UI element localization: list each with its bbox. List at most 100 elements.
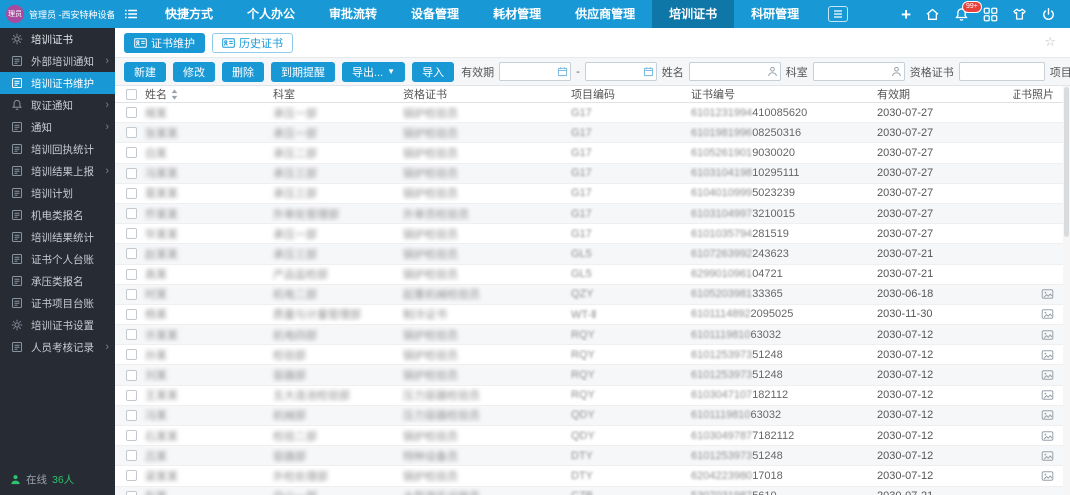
row-checkbox[interactable] <box>125 430 137 442</box>
nav-item-5[interactable]: 耗材管理 <box>476 0 558 28</box>
certificate-photo-icon[interactable] <box>1041 430 1054 442</box>
table-row[interactable]: 乔某某 外审处管理部 外审员检验员 G17 6103104997 3210015 2030-… <box>115 203 1070 225</box>
row-checkbox[interactable] <box>125 389 137 401</box>
sidebar-item[interactable]: 证书项目台账 <box>0 292 115 314</box>
sidebar-item[interactable]: 培训回执统计 <box>0 138 115 160</box>
table-row[interactable]: 赵某某 承压三部 锅炉检验员 GL5 6107263992 243623 2030-07-2… <box>115 244 1070 265</box>
sidebar-item[interactable]: 承压类报名 <box>0 270 115 292</box>
nav-item-3[interactable]: 审批流转 <box>312 0 394 28</box>
toolbar-button-4[interactable]: 到期提醒 <box>271 61 335 82</box>
nav-item-4[interactable]: 设备管理 <box>394 0 476 28</box>
sidebar-item[interactable]: 通知 › <box>0 116 115 138</box>
row-checkbox[interactable] <box>125 268 137 280</box>
row-checkbox[interactable] <box>125 167 137 179</box>
scrollbar-thumb[interactable] <box>1064 87 1069 237</box>
table-row[interactable]: 梁某某 外检处理部 锅炉检验员 DTY 6204223980 17018 2030-07-1… <box>115 466 1070 487</box>
select-all-checkbox[interactable] <box>125 88 137 100</box>
sidebar-item[interactable]: 培训证书维护 <box>0 72 115 94</box>
sidebar-item[interactable]: 人员考核记录 › <box>0 336 115 358</box>
certificate-photo-icon[interactable] <box>1041 409 1054 421</box>
nav-item-7[interactable]: 培训证书 <box>652 0 735 28</box>
table-row[interactable]: 吕某 容器部 特种设备员 DTY 6101253973 51248 2030-07-12 <box>115 446 1070 467</box>
add-icon[interactable]: + <box>901 6 911 23</box>
row-checkbox[interactable] <box>125 248 137 260</box>
row-checkbox[interactable] <box>125 329 137 341</box>
nav-item-6[interactable]: 供应商管理 <box>558 0 652 28</box>
validity-end-input[interactable] <box>584 62 657 81</box>
table-row[interactable]: 张某某 承压一部 锅炉检验员 G17 6101981996 08250316 2030-07… <box>115 123 1070 144</box>
sidebar-item[interactable]: 培训计划 <box>0 182 115 204</box>
row-checkbox[interactable] <box>125 450 137 462</box>
dept-input[interactable] <box>812 62 905 81</box>
header-name[interactable]: 姓名 <box>141 86 269 102</box>
notifications-bell-icon[interactable]: 99+ <box>954 0 982 22</box>
row-checkbox[interactable] <box>125 288 137 300</box>
nav-item-8[interactable]: 科研管理 <box>734 0 816 28</box>
sidebar-item[interactable]: 培训证书 <box>0 28 115 50</box>
sidebar-item[interactable]: 取证通知 › <box>0 94 115 116</box>
apps-grid-icon[interactable] <box>983 7 998 22</box>
sidebar-item[interactable]: 证书个人台账 <box>0 248 115 270</box>
nav-item-1[interactable]: 快捷方式 <box>148 0 230 28</box>
sidebar-item[interactable]: 机电类报名 <box>0 204 115 226</box>
toolbar-button-5[interactable]: 导出... ▼ <box>342 61 406 82</box>
tab-1[interactable]: 证书维护 <box>124 32 205 53</box>
row-checkbox[interactable] <box>125 147 137 159</box>
sidebar-item[interactable]: 培训结果上报 › <box>0 160 115 182</box>
sidebar-item[interactable]: 培训证书设置 <box>0 314 115 336</box>
row-checkbox[interactable] <box>125 107 137 119</box>
user-block[interactable]: 理员 管理员 -西安特种设备检... <box>0 5 120 23</box>
toolbar-button-2[interactable]: 修改 <box>173 61 215 82</box>
table-row[interactable]: 许某某 机电四部 锅炉检验员 RQY 6101119810 63032 2030-07-12 <box>115 325 1070 346</box>
table-row[interactable]: 时某 机电二部 起重机械检验员 QZY 6105203981 33365 2030-06-1… <box>115 284 1070 305</box>
sidebar-item[interactable]: 外部培训通知 › <box>0 50 115 72</box>
table-row[interactable]: 高某 产品监检部 锅炉检验员 GL5 6299010961 04721 2030-07-21 <box>115 264 1070 285</box>
table-row[interactable]: 彭某白山一部大型游乐设施员CZB530703198756102030-07-21 <box>115 486 1070 495</box>
qualification-input[interactable] <box>958 62 1045 81</box>
row-checkbox[interactable] <box>125 228 137 240</box>
certificate-photo-icon[interactable] <box>1041 308 1054 320</box>
row-checkbox[interactable] <box>125 349 137 361</box>
power-logout-icon[interactable] <box>1041 7 1056 22</box>
toolbar-button-1[interactable]: 新建 <box>124 61 166 82</box>
row-checkbox[interactable] <box>125 127 137 139</box>
toolbar-button-6[interactable]: 导入 <box>412 61 455 82</box>
header-project-code[interactable]: 项目编码 <box>567 86 687 102</box>
header-validity[interactable]: 有效期 <box>873 86 1013 102</box>
menu-burger-icon[interactable] <box>124 7 138 21</box>
theme-shirt-icon[interactable] <box>1012 7 1027 22</box>
header-qualification[interactable]: 资格证书 <box>399 86 567 102</box>
nav-more-icon[interactable] <box>828 6 849 22</box>
nav-item-2[interactable]: 个人办公 <box>230 0 312 28</box>
toolbar-button-3[interactable]: 删除 <box>222 61 264 82</box>
table-row[interactable]: 冯某某 承压三部 锅炉检验员 G17 6103104198 10295111 2030-07… <box>115 163 1070 184</box>
certificate-photo-icon[interactable] <box>1041 470 1054 482</box>
table-row[interactable]: 缑某 承压一部 锅炉检验员 G17 6101231994 410085620 2030-07… <box>115 103 1070 124</box>
table-row[interactable]: 孙某 检验部 锅炉检验员 RQY 6101253973 51248 2030-07-12 <box>115 345 1070 366</box>
table-row[interactable]: 毕某某 承压一部 锅炉检验员 G17 6101035794 281519 2030-07-2… <box>115 224 1070 245</box>
table-row[interactable]: 葛某某 承压三部 锅炉检验员 G17 6104010999 5023239 2030-07-… <box>115 183 1070 204</box>
sidebar-item[interactable]: 培训结果统计 <box>0 226 115 248</box>
vertical-scrollbar[interactable] <box>1063 86 1070 495</box>
table-row[interactable]: 王某某 五大连池检验部 压力容器检验员 RQY 6103047107 182112 2030… <box>115 385 1070 406</box>
name-input[interactable] <box>688 62 781 81</box>
table-row[interactable]: 杨某 质量与计量管理部 制冷证书 WT-Ⅱ 6101114892 2095025 2030-… <box>115 304 1070 326</box>
certificate-photo-icon[interactable] <box>1041 349 1054 361</box>
table-row[interactable]: 白某 承压二部 锅炉检验员 G17 6105261901 9030020 2030-07-2… <box>115 143 1070 164</box>
row-checkbox[interactable] <box>125 470 137 482</box>
table-row[interactable]: 刘某 容器部 锅炉检验员 RQY 6101253973 51248 2030-07-12 <box>115 365 1070 386</box>
row-checkbox[interactable] <box>125 369 137 381</box>
row-checkbox[interactable] <box>125 490 137 495</box>
row-checkbox[interactable] <box>125 208 137 220</box>
favorite-star-icon[interactable]: ☆ <box>1044 34 1056 50</box>
header-certificate-no[interactable]: 证书编号 <box>687 86 873 102</box>
row-checkbox[interactable] <box>125 409 137 421</box>
home-icon[interactable] <box>925 7 940 22</box>
tab-2[interactable]: 历史证书 <box>212 32 293 53</box>
certificate-photo-icon[interactable] <box>1041 450 1054 462</box>
certificate-photo-icon[interactable] <box>1041 288 1054 300</box>
table-row[interactable]: 冯某 机械部 压力容器检验员 QDY 6101119810 63032 2030-07-12 <box>115 405 1070 426</box>
header-dept[interactable]: 科室 <box>269 86 399 102</box>
certificate-photo-icon[interactable] <box>1041 329 1054 341</box>
validity-start-input[interactable] <box>499 62 572 81</box>
